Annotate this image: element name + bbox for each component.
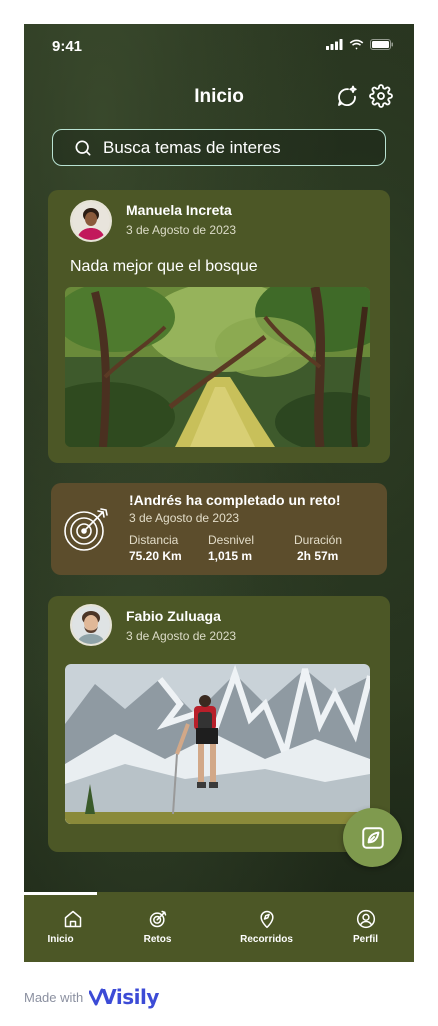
person-avatar-icon: [72, 606, 110, 644]
tab-perfil[interactable]: Perfil: [317, 892, 414, 962]
sparkle-chat-icon[interactable]: [335, 84, 359, 108]
post-date: 3 de Agosto de 2023: [126, 629, 237, 643]
mountain-image: [65, 664, 370, 824]
signal-icon: [326, 39, 343, 50]
tab-label: Recorridos: [240, 934, 293, 945]
target-icon: [64, 508, 108, 551]
leaf-edit-icon: [361, 826, 384, 849]
post-image-mountain[interactable]: [65, 664, 370, 824]
stat-value-duration: 2h 57m: [297, 549, 339, 563]
user-icon: [356, 909, 375, 929]
stat-value-elevation: 1,015 m: [208, 549, 253, 563]
home-icon: [64, 910, 81, 928]
post-card[interactable]: Manuela Increta 3 de Agosto de 2023 Nada…: [48, 190, 390, 463]
post-author[interactable]: Manuela Increta: [126, 202, 232, 218]
made-with-footer[interactable]: Made with Visily: [24, 985, 159, 1009]
forest-image: [65, 287, 370, 447]
phone-screen: 9:41 Inicio Busca temas de interes Manue…: [24, 24, 414, 962]
status-icons: [326, 39, 394, 50]
search-icon: [75, 140, 91, 155]
tab-recorridos[interactable]: Recorridos: [218, 892, 315, 962]
stat-value-distance: 75.20 Km: [129, 549, 182, 563]
tab-label: Inicio: [47, 934, 74, 945]
new-post-button[interactable]: [343, 808, 402, 867]
battery-icon: [370, 39, 393, 50]
tab-label: Retos: [143, 934, 172, 945]
person-avatar-icon: [72, 202, 110, 240]
avatar[interactable]: [70, 200, 112, 242]
target-icon: [149, 910, 166, 928]
search-placeholder: Busca temas de interes: [103, 137, 281, 157]
avatar[interactable]: [70, 604, 112, 646]
brand-name: Visily: [101, 985, 159, 1009]
stat-label-duration: Duración: [294, 533, 343, 547]
stat-label-elevation: Desnivel: [208, 533, 255, 547]
bottom-tab-bar: Inicio Retos Recorridos Perfil: [24, 892, 414, 962]
map-pin-icon: [259, 910, 274, 929]
wifi-icon: [349, 39, 364, 50]
post-author[interactable]: Fabio Zuluaga: [126, 608, 221, 624]
tab-label: Perfil: [352, 934, 378, 945]
challenge-title: !Andrés ha completado un reto!: [129, 492, 341, 508]
post-image-forest[interactable]: [65, 287, 370, 447]
post-card[interactable]: Fabio Zuluaga 3 de Agosto de 2023: [48, 596, 390, 852]
challenge-card[interactable]: !Andrés ha completado un reto! 3 de Agos…: [51, 483, 387, 575]
status-bar: 9:41: [24, 24, 414, 68]
settings-icon[interactable]: [369, 84, 393, 108]
challenge-date: 3 de Agosto de 2023: [129, 511, 240, 525]
post-date: 3 de Agosto de 2023: [126, 223, 237, 237]
tab-inicio[interactable]: Inicio: [24, 892, 121, 962]
post-text: Nada mejor que el bosque: [70, 258, 258, 275]
status-time: 9:41: [52, 38, 83, 55]
tab-retos[interactable]: Retos: [109, 892, 206, 962]
made-with-label: Made with: [24, 989, 84, 1005]
app-header: Inicio: [24, 82, 414, 112]
stat-label-distance: Distancia: [129, 533, 179, 547]
search-input[interactable]: Busca temas de interes: [52, 129, 386, 166]
